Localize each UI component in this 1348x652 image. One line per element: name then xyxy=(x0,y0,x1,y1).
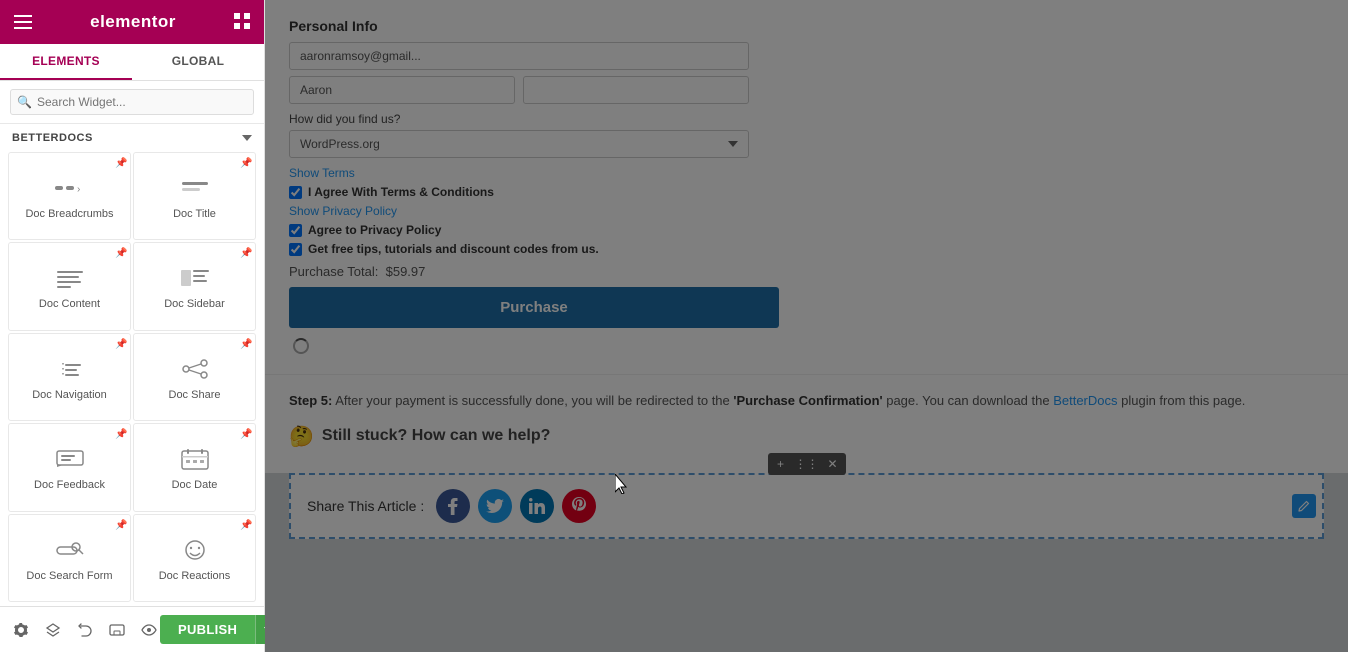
settings-icon[interactable] xyxy=(10,619,32,641)
pin-icon: 📌 xyxy=(115,339,125,349)
widget-doc-title[interactable]: 📌 Doc Title xyxy=(133,152,256,240)
pin-icon: 📌 xyxy=(240,248,250,258)
widgets-grid: 📌 › Doc Breadcrumbs 📌 Doc Title 📌 Doc Co… xyxy=(0,148,264,606)
doc-breadcrumbs-icon: › xyxy=(52,173,88,203)
doc-date-icon xyxy=(177,444,213,474)
betterdocs-section-label[interactable]: BETTERDOCS xyxy=(0,124,264,148)
pin-icon: 📌 xyxy=(115,429,125,439)
widget-label: Doc Date xyxy=(172,479,218,492)
doc-title-icon xyxy=(177,173,213,203)
eye-icon[interactable] xyxy=(138,619,160,641)
search-bar: 🔍 xyxy=(0,81,264,124)
widget-doc-share[interactable]: 📌 Doc Share xyxy=(133,333,256,421)
tab-global[interactable]: GLOBAL xyxy=(132,44,264,80)
sidebar-tabs: ELEMENTS GLOBAL xyxy=(0,44,264,81)
tab-elements[interactable]: ELEMENTS xyxy=(0,44,132,80)
widget-label: Doc Search Form xyxy=(26,570,112,583)
widget-label: Doc Title xyxy=(173,208,216,221)
modal-overlay xyxy=(265,0,1348,652)
pin-icon: 📌 xyxy=(240,429,250,439)
main-content: Remember me Pay $59.97 Personal Info How… xyxy=(265,0,1348,652)
layers-icon[interactable] xyxy=(42,619,64,641)
widget-doc-date[interactable]: 📌 Doc Date xyxy=(133,423,256,511)
widget-doc-sidebar[interactable]: 📌 Doc Sidebar xyxy=(133,242,256,330)
publish-button-wrap: PUBLISH xyxy=(160,615,282,644)
svg-text:›: › xyxy=(77,184,80,195)
pin-icon: 📌 xyxy=(240,520,250,530)
search-icon: 🔍 xyxy=(17,95,32,109)
grid-icon[interactable] xyxy=(234,13,250,32)
pin-icon: 📌 xyxy=(115,158,125,168)
widget-label: Doc Breadcrumbs xyxy=(25,208,113,221)
hamburger-icon[interactable] xyxy=(14,15,32,29)
doc-content-icon xyxy=(52,263,88,293)
widget-doc-feedback[interactable]: 📌 Doc Feedback xyxy=(8,423,131,511)
widget-label: Doc Reactions xyxy=(159,570,231,583)
sidebar-header: elementor xyxy=(0,0,264,44)
content-area: Remember me Pay $59.97 Personal Info How… xyxy=(265,0,1348,652)
doc-navigation-icon: ⋮ xyxy=(52,354,88,384)
elementor-logo: elementor xyxy=(90,12,176,32)
widget-label: Doc Sidebar xyxy=(164,298,225,311)
responsive-icon[interactable] xyxy=(106,619,128,641)
widget-doc-content[interactable]: 📌 Doc Content xyxy=(8,242,131,330)
sidebar-bottom-bar: PUBLISH xyxy=(0,606,264,652)
doc-search-form-icon xyxy=(52,535,88,565)
pin-icon: 📌 xyxy=(240,339,250,349)
widget-label: Doc Content xyxy=(39,298,100,311)
doc-sidebar-icon xyxy=(177,263,213,293)
pin-icon: 📌 xyxy=(240,158,250,168)
widget-doc-search-form[interactable]: 📌 Doc Search Form xyxy=(8,514,131,602)
search-input[interactable] xyxy=(10,89,254,115)
undo-icon[interactable] xyxy=(74,619,96,641)
widget-label: Doc Navigation xyxy=(32,389,107,402)
widget-doc-reactions[interactable]: 📌 Doc Reactions xyxy=(133,514,256,602)
widget-doc-breadcrumbs[interactable]: 📌 › Doc Breadcrumbs xyxy=(8,152,131,240)
pin-icon: 📌 xyxy=(115,520,125,530)
bottom-icons xyxy=(10,619,160,641)
svg-text:⋮: ⋮ xyxy=(56,360,70,376)
widget-label: Doc Share xyxy=(169,389,221,402)
sidebar: elementor ELEMENTS GLOBAL 🔍 BETTERDOCS 📌… xyxy=(0,0,265,652)
doc-feedback-icon xyxy=(52,444,88,474)
doc-share-icon xyxy=(177,354,213,384)
doc-reactions-icon xyxy=(177,535,213,565)
widget-label: Doc Feedback xyxy=(34,479,105,492)
pin-icon: 📌 xyxy=(115,248,125,258)
widget-doc-navigation[interactable]: 📌 ⋮ Doc Navigation xyxy=(8,333,131,421)
publish-button[interactable]: PUBLISH xyxy=(160,615,255,644)
